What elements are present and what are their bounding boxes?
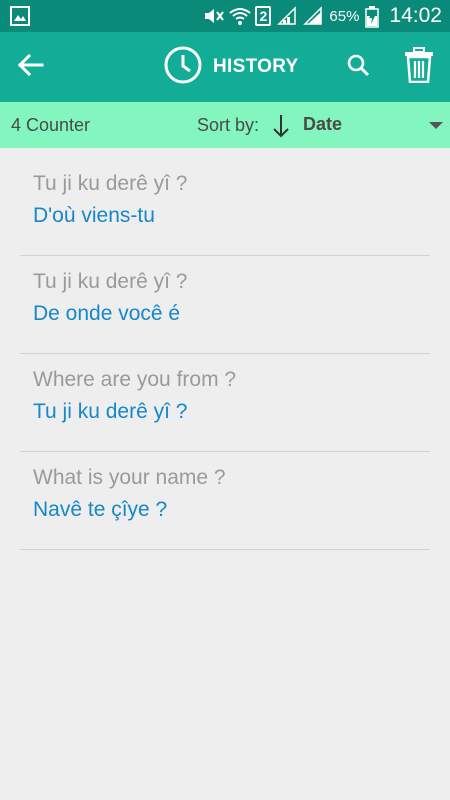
signal-icon xyxy=(303,6,323,26)
status-time: 14:02 xyxy=(389,4,442,27)
item-translation-text: Tu ji ku derê yî ? xyxy=(33,400,188,423)
back-button[interactable] xyxy=(12,49,48,85)
list-item[interactable]: What is your name ? Navê te çîye ? xyxy=(20,452,430,550)
list-item[interactable]: Where are you from ? Tu ji ku derê yî ? xyxy=(20,354,430,452)
item-source-text: What is your name ? xyxy=(33,466,226,489)
chevron-down-icon[interactable] xyxy=(429,122,443,129)
gallery-icon xyxy=(10,6,30,26)
item-source-text: Where are you from ? xyxy=(33,368,237,391)
sort-select[interactable]: Date xyxy=(303,114,342,135)
search-icon xyxy=(346,53,370,82)
item-translation-text: Navê te çîye ? xyxy=(33,498,168,521)
sort-bar: 4 Counter Sort by: Date xyxy=(0,102,450,148)
page-title: HISTORY xyxy=(213,56,299,77)
trash-icon xyxy=(404,46,434,88)
item-translation-text: De onde você é xyxy=(33,302,181,325)
page-title-group: HISTORY xyxy=(163,45,299,89)
history-list: Tu ji ku derê yî ? D'où viens-tu Tu ji k… xyxy=(20,158,430,550)
list-item[interactable]: Tu ji ku derê yî ? D'où viens-tu xyxy=(20,158,430,256)
app-bar: HISTORY xyxy=(0,32,450,102)
status-bar: 2 65% 14:02 xyxy=(0,0,450,32)
sort-label: Sort by: xyxy=(197,115,260,135)
sort-direction-icon[interactable] xyxy=(272,113,290,139)
wifi-icon xyxy=(229,6,252,26)
mute-icon xyxy=(203,6,225,26)
search-button[interactable] xyxy=(340,49,376,85)
clock-icon xyxy=(163,45,203,90)
item-source-text: Tu ji ku derê yî ? xyxy=(33,172,188,195)
item-source-text: Tu ji ku derê yî ? xyxy=(33,270,188,293)
list-item[interactable]: Tu ji ku derê yî ? De onde você é xyxy=(20,256,430,354)
arrow-left-icon xyxy=(16,53,44,82)
history-counter: 4 Counter xyxy=(11,115,91,135)
sim-icon: 2 xyxy=(255,6,272,26)
battery-percent: 65% xyxy=(329,7,360,25)
battery-charging-icon xyxy=(365,6,380,28)
delete-all-button[interactable] xyxy=(400,46,438,88)
status-icons: 2 65% 14:02 xyxy=(203,0,442,32)
item-translation-text: D'où viens-tu xyxy=(33,204,155,227)
signal-icon xyxy=(277,6,297,26)
